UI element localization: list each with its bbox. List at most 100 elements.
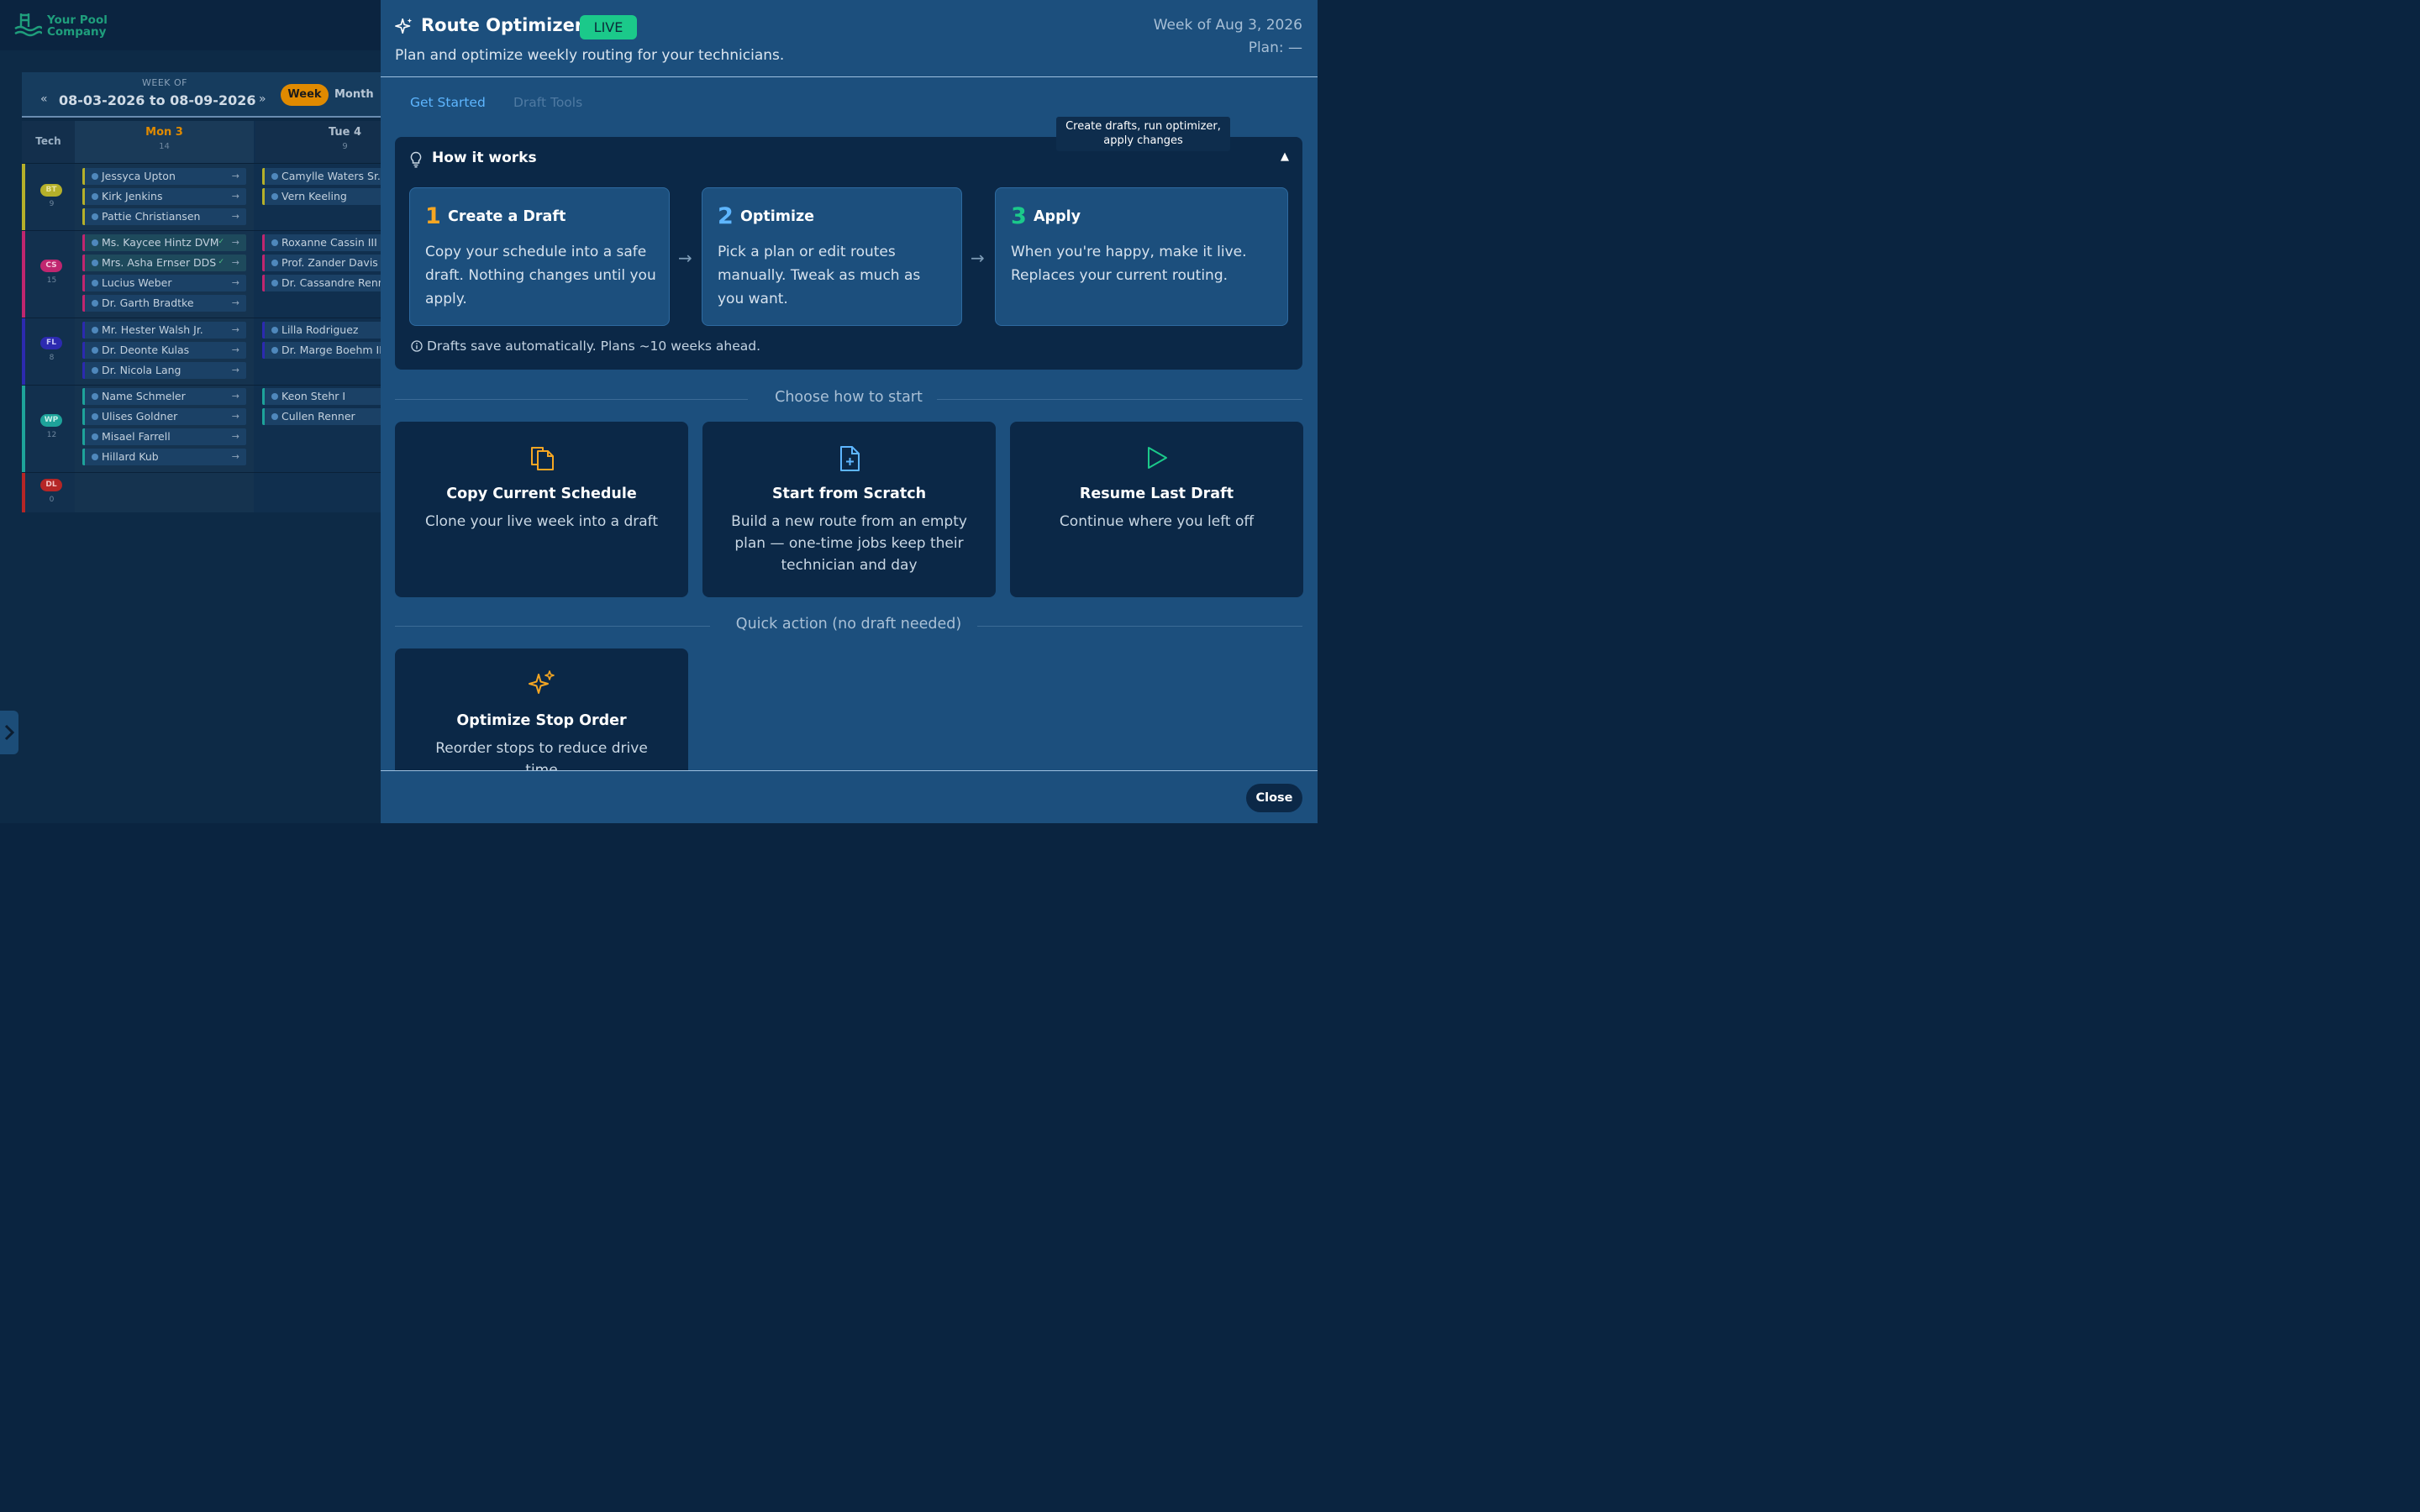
stop-item[interactable]: Keon Stehr I [262,388,381,405]
check-icon: ✓ [218,238,224,246]
sparkles-icon [395,670,688,696]
stop-item[interactable]: Lilla Rodriguez [262,322,381,339]
tech-cell: WP 12 [22,386,75,472]
stop-item[interactable]: Dr. Deonte Kulas → [82,342,246,359]
card-title: Start from Scratch [771,486,927,502]
stop-item[interactable]: Mrs. Asha Ernser DDS ✓ → [82,255,246,271]
day-header-mon[interactable]: Mon 3 14 [75,121,254,163]
tech-badge[interactable]: FL [40,337,62,349]
stop-name: Dr. Garth Bradtke [102,297,194,309]
stop-name: Lilla Rodriguez [281,323,359,336]
quick-action-label: Quick action (no draft needed) [735,616,962,633]
stop-item[interactable]: Camylle Waters Sr. [262,168,381,185]
tech-row-dl: DL 0 [22,472,381,512]
close-button[interactable]: Close [1246,784,1302,812]
step-number: 1 [425,203,441,229]
stop-item[interactable]: Dr. Cassandre Renn [262,275,381,291]
tech-badge[interactable]: BT [40,184,62,197]
day-name: Tue 4 [328,126,362,139]
step-title: Optimize [740,208,815,225]
stop-name: Lucius Weber [102,276,172,289]
stop-item[interactable]: Dr. Garth Bradtke → [82,295,246,312]
card-title: Optimize Stop Order [456,712,627,729]
stop-item[interactable]: Cullen Renner [262,408,381,425]
panel-subtitle: Plan and optimize weekly routing for you… [395,47,785,64]
info-icon [411,340,423,352]
arrow-right-icon[interactable]: → [232,322,239,339]
month-view-button[interactable]: Month [334,84,374,106]
tech-badge[interactable]: DL [40,479,62,491]
tab-draft-tools[interactable]: Draft Tools [513,95,582,110]
arrow-right-icon[interactable]: → [232,208,239,225]
stop-name: Dr. Marge Boehm II [281,344,381,356]
arrow-right-icon[interactable]: → [232,388,239,405]
arrow-right-icon[interactable]: → [232,255,239,271]
stop-name: Misael Farrell [102,430,171,443]
arrow-right-icon[interactable]: → [232,168,239,185]
stop-name: Keon Stehr I [281,390,346,402]
stop-item[interactable]: Lucius Weber → [82,275,246,291]
panel-title: Route Optimizer [421,15,584,35]
copy-current-schedule-card[interactable]: Copy Current Schedule Clone your live we… [395,422,688,597]
arrow-right-icon[interactable]: → [232,408,239,425]
arrow-right-icon[interactable]: → [232,275,239,291]
stop-item[interactable]: Hillard Kub → [82,449,246,465]
optimize-stop-order-card[interactable]: Optimize Stop Order Reorder stops to red… [395,648,688,783]
tech-cell: DL 0 [22,473,75,512]
stop-name: Cullen Renner [281,410,355,423]
stop-item[interactable]: Pattie Christiansen → [82,208,246,225]
resume-last-draft-card[interactable]: Resume Last Draft Continue where you lef… [1010,422,1303,597]
prev-week-button[interactable]: « [40,92,48,106]
stop-item[interactable]: Name Schmeler → [82,388,246,405]
stop-item[interactable]: Ulises Goldner → [82,408,246,425]
choose-divider: Choose how to start [395,389,1302,409]
drafts-note: Drafts save automatically. Plans ~10 wee… [411,339,760,354]
stop-item[interactable]: Ms. Kaycee Hintz DVM ✓ → [82,234,246,251]
arrow-right-icon[interactable]: → [232,188,239,205]
stop-name: Mrs. Asha Ernser DDS [102,256,217,269]
app-header: Your Pool Company [0,0,381,50]
week-view-button[interactable]: Week [281,84,329,106]
stop-item[interactable]: Vern Keeling [262,188,381,205]
lightbulb-icon [409,151,423,171]
step-number: 3 [1011,203,1027,229]
file-plus-icon [702,445,996,472]
arrow-right-icon: → [678,248,692,268]
tech-count: 12 [46,431,57,439]
week-range: 08-03-2026 to 08-09-2026 [59,92,256,108]
step-title: Create a Draft [448,208,566,225]
stop-item[interactable]: Kirk Jenkins → [82,188,246,205]
stop-item[interactable]: Roxanne Cassin III [262,234,381,251]
collapse-toggle-icon[interactable]: ▲ [1281,150,1289,163]
next-week-button[interactable]: » [259,92,266,106]
stop-item[interactable]: Mr. Hester Walsh Jr. → [82,322,246,339]
arrow-right-icon[interactable]: → [232,449,239,465]
company-logo[interactable]: Your Pool Company [13,10,114,42]
arrow-right-icon[interactable]: → [232,428,239,445]
stop-name: Vern Keeling [281,190,347,202]
how-it-works-title: How it works [432,150,537,166]
tech-badge[interactable]: CS [40,260,62,272]
arrow-right-icon[interactable]: → [232,295,239,312]
start-from-scratch-card[interactable]: Start from Scratch Build a new route fro… [702,422,996,597]
stop-item[interactable]: Dr. Marge Boehm II [262,342,381,359]
day-name: Mon 3 [145,126,183,139]
week-of-text: Week of Aug 3, 2026 [1153,17,1302,34]
tech-row-fl: FL 8 Mr. Hester Walsh Jr. → Dr. Deonte Ku… [22,318,381,385]
stop-item[interactable]: Misael Farrell → [82,428,246,445]
arrow-right-icon[interactable]: → [232,342,239,359]
stop-name: Dr. Cassandre Renn [281,276,381,289]
day-header-tue[interactable]: Tue 4 9 [255,121,381,163]
tech-badge[interactable]: WP [40,414,62,427]
tab-get-started[interactable]: Get Started [410,95,486,110]
logo-text: Your Pool Company [47,13,108,39]
card-title: Copy Current Schedule [446,486,637,502]
how-it-works-card: How it works ▲ 1 Create a Draft Copy you… [395,137,1302,370]
tech-count: 8 [49,354,55,362]
stop-item[interactable]: Dr. Nicola Lang → [82,362,246,379]
stop-item[interactable]: Prof. Zander Davis M [262,255,381,271]
arrow-right-icon[interactable]: → [232,362,239,379]
stop-item[interactable]: Jessyca Upton → [82,168,246,185]
arrow-right-icon[interactable]: → [232,234,239,251]
drawer-toggle-button[interactable] [0,711,18,754]
